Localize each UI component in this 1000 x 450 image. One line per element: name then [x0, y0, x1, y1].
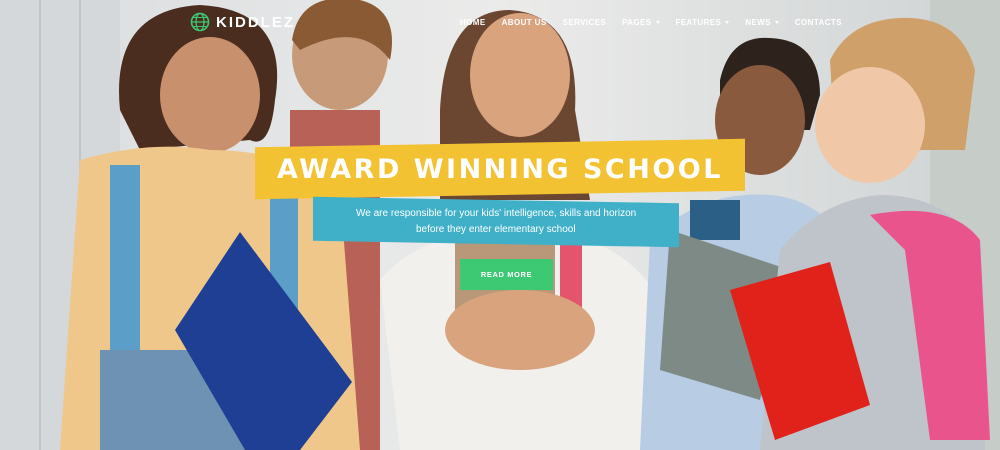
- hero-subtitle-line-1: We are responsible for your kids' intell…: [355, 207, 637, 219]
- nav-item-features[interactable]: FEATURES: [676, 18, 730, 27]
- nav-item-services[interactable]: SERVICES: [563, 18, 607, 27]
- chevron-down-icon: [725, 21, 730, 24]
- nav-item-label: PAGES: [622, 18, 652, 27]
- read-more-button[interactable]: READ MORE: [460, 259, 553, 290]
- nav-item-label: SERVICES: [562, 18, 607, 27]
- nav-item-about-us[interactable]: ABOUT US: [502, 18, 547, 27]
- hero-subtitle-banner: We are responsible for your kids' intell…: [313, 196, 679, 248]
- nav-item-label: CONTACTS: [794, 18, 842, 27]
- nav-item-contacts[interactable]: CONTACTS: [795, 18, 842, 27]
- site-header: KIDDLEZ HOME ABOUT US SERVICES PAGES FEA…: [0, 0, 1000, 48]
- hero-subtitle-line-2: before they enter elementary school: [416, 223, 576, 235]
- nav-item-home[interactable]: HOME: [460, 18, 486, 27]
- hero-title: AWARD WINNING SCHOOL: [277, 153, 723, 185]
- logo-text: KIDDLEZ: [216, 13, 295, 31]
- nav-item-label: HOME: [460, 18, 486, 27]
- nav-item-label: FEATURES: [675, 18, 722, 27]
- hero-title-banner: AWARD WINNING SCHOOL: [255, 138, 745, 200]
- main-nav: HOME ABOUT US SERVICES PAGES FEATURES NE…: [460, 18, 858, 27]
- logo[interactable]: KIDDLEZ: [190, 12, 295, 32]
- globe-icon: [190, 12, 210, 32]
- nav-item-pages[interactable]: PAGES: [622, 18, 660, 27]
- nav-item-news[interactable]: NEWS: [745, 18, 779, 27]
- chevron-down-icon: [774, 21, 779, 24]
- nav-item-label: NEWS: [745, 18, 771, 27]
- chevron-down-icon: [655, 21, 660, 24]
- nav-item-label: ABOUT US: [501, 18, 547, 27]
